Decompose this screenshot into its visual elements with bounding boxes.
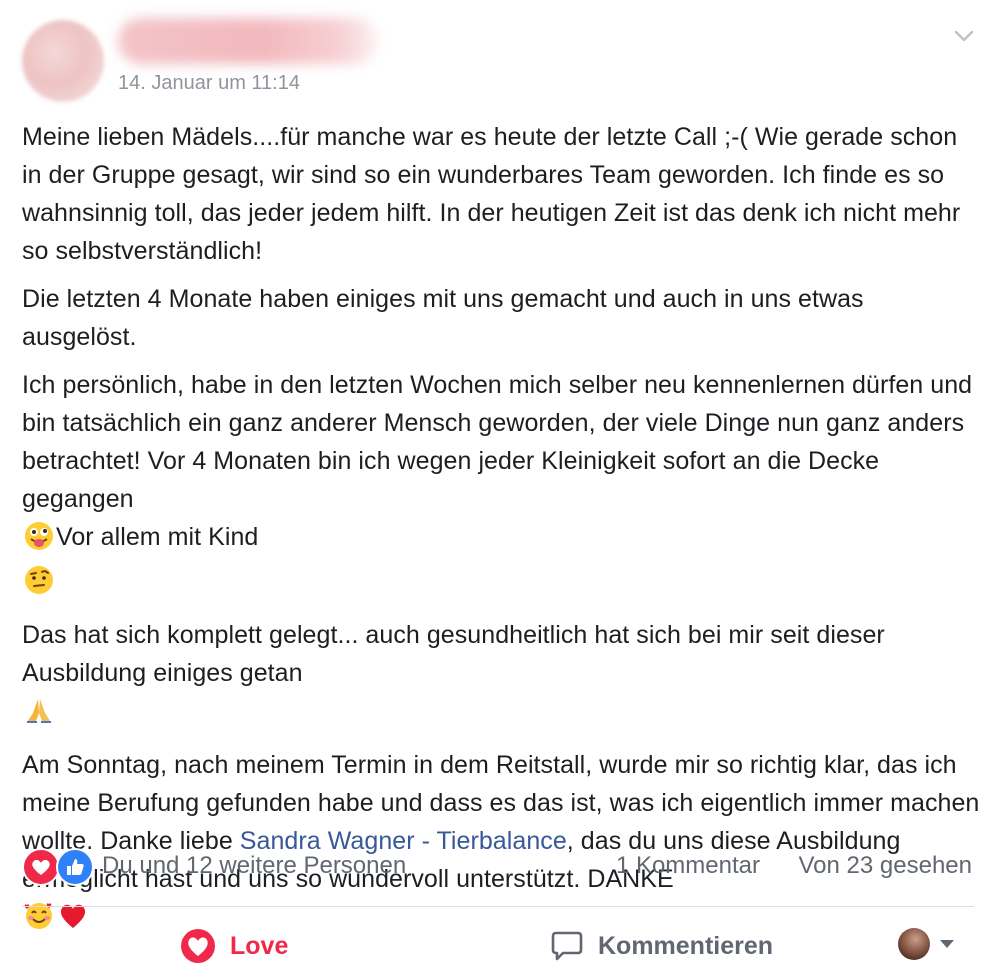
user-avatar xyxy=(898,928,930,960)
love-button[interactable]: Love xyxy=(180,926,288,966)
reactions-summary: Du und 12 weitere Personen 1 Kommentar V… xyxy=(22,846,976,886)
raised-eyebrow-face-emoji xyxy=(24,565,54,606)
love-button-label: Love xyxy=(230,931,289,960)
comment-button[interactable]: Kommentieren xyxy=(550,926,773,966)
divider xyxy=(22,906,974,907)
caret-down-icon xyxy=(940,940,954,948)
post-paragraph-2: Die letzten 4 Monate haben einiges mit u… xyxy=(22,285,864,351)
author-avatar-blurred[interactable] xyxy=(22,20,104,102)
post-paragraph-3: Ich persönlich, habe in den letzten Woch… xyxy=(22,366,982,606)
like-reaction-icon[interactable] xyxy=(56,848,94,886)
reaction-identity-selector[interactable] xyxy=(898,928,956,960)
post-timestamp[interactable]: 14. Januar um 11:14 xyxy=(118,72,300,95)
facebook-post: 14. Januar um 11:14 Meine lieben Mädels.… xyxy=(0,0,994,980)
tongue-out-face-emoji xyxy=(24,521,54,562)
post-paragraph-1: Meine lieben Mädels....für manche war es… xyxy=(22,123,961,265)
comment-button-label: Kommentieren xyxy=(598,931,774,960)
love-icon xyxy=(181,929,215,963)
folded-hands-emoji xyxy=(24,695,54,736)
comment-icon xyxy=(551,931,583,961)
post-body: Meine lieben Mädels....für manche war es… xyxy=(22,118,982,952)
post-actions: Love Kommentieren xyxy=(22,912,976,978)
author-name-blurred[interactable] xyxy=(118,18,378,64)
love-reaction-icon[interactable] xyxy=(22,848,60,886)
post-paragraph-4: Das hat sich komplett gelegt... auch ges… xyxy=(22,616,982,736)
chevron-down-icon[interactable] xyxy=(952,24,976,48)
reaction-summary-text[interactable]: Du und 12 weitere Personen xyxy=(102,852,406,880)
seen-count-link[interactable]: Von 23 gesehen xyxy=(799,852,973,880)
comment-count-link[interactable]: 1 Kommentar xyxy=(616,852,760,880)
